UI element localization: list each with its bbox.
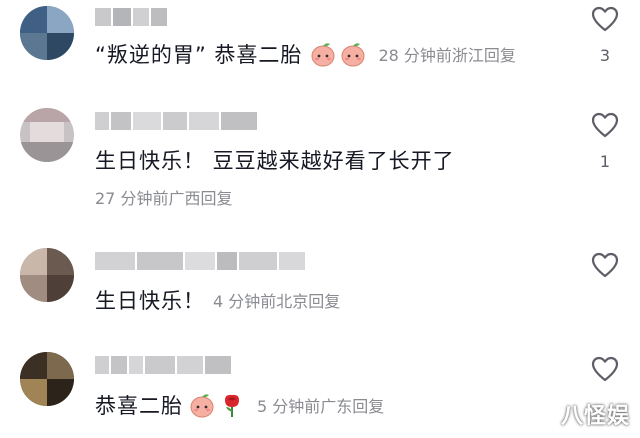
like-button[interactable]	[590, 252, 620, 292]
username-redacted[interactable]	[95, 252, 305, 270]
comment-meta-line: 27 分钟前 广西 回复	[95, 185, 232, 209]
reply-button[interactable]: 回复	[200, 185, 232, 209]
peach-face-emoji	[189, 392, 215, 418]
like-button[interactable]: 3	[590, 6, 620, 65]
comment-location: 广东	[320, 397, 353, 416]
peach-face-emoji	[310, 41, 336, 67]
heart-icon	[591, 252, 619, 278]
comment-content: 恭喜二胎	[95, 394, 183, 418]
comment-text-line: 恭喜二胎 5 分钟前 广东 回复	[95, 390, 384, 420]
watermark: 八怪娱	[560, 404, 630, 429]
username-redacted[interactable]	[95, 112, 257, 130]
heart-icon	[591, 112, 619, 138]
heart-icon	[591, 356, 619, 382]
avatar[interactable]	[20, 352, 74, 406]
comment-content: 生日快乐！	[95, 289, 205, 313]
comment-location: 广西	[168, 189, 201, 208]
comment-location: 北京	[276, 292, 309, 311]
like-count: 1	[599, 152, 611, 171]
peach-face-emoji	[340, 41, 366, 67]
comment-text-line: “叛逆的胃” 恭喜二胎 28 分钟前 浙江 回复	[95, 39, 516, 69]
avatar[interactable]	[20, 248, 74, 302]
comment-time: 5 分钟前	[257, 397, 321, 416]
like-button[interactable]	[590, 356, 620, 396]
avatar[interactable]	[20, 6, 74, 60]
comment-content: “叛逆的胃” 恭喜二胎	[95, 43, 303, 67]
reply-button[interactable]: 回复	[308, 288, 340, 312]
comment-content: 生日快乐！ 豆豆越来越好看了长开了	[95, 149, 455, 173]
rose-emoji	[219, 392, 245, 418]
username-redacted[interactable]	[95, 8, 167, 26]
username-redacted[interactable]	[95, 356, 231, 374]
like-button[interactable]: 1	[590, 112, 620, 171]
comment-text-line: 生日快乐！ 豆豆越来越好看了长开了	[95, 145, 455, 175]
reply-button[interactable]: 回复	[484, 42, 516, 66]
like-count: 3	[599, 46, 611, 65]
comment-text-line: 生日快乐！ 4 分钟前 北京 回复	[95, 285, 340, 315]
heart-icon	[591, 6, 619, 32]
comment-time: 27 分钟前	[95, 189, 169, 208]
comment-time: 28 分钟前	[378, 46, 452, 65]
comment-location: 浙江	[451, 46, 484, 65]
comment-time: 4 分钟前	[213, 292, 277, 311]
reply-button[interactable]: 回复	[352, 393, 384, 417]
avatar[interactable]	[20, 108, 74, 162]
